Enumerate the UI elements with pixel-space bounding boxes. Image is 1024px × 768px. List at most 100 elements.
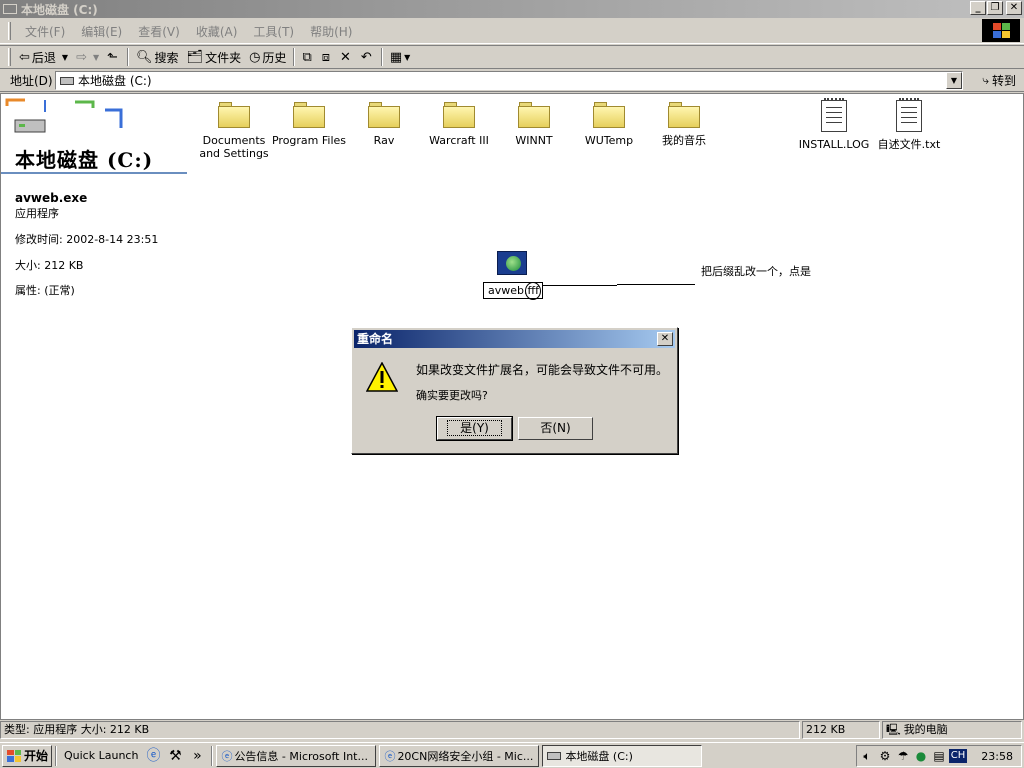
windows-flag-icon — [7, 749, 21, 762]
folder-icon — [668, 102, 700, 128]
undo-icon: ↶ — [360, 49, 372, 65]
network-icon[interactable]: ⚙ — [877, 748, 893, 764]
address-dropdown-button[interactable]: ▼ — [946, 72, 962, 89]
status-zone: 🖳 我的电脑 — [882, 721, 1022, 739]
move-to-icon: ⧉ — [302, 49, 312, 65]
restore-button[interactable]: ❐ — [987, 1, 1003, 15]
folder-icon — [218, 102, 250, 128]
menu-help[interactable]: 帮助(H) — [302, 23, 360, 40]
folders-button[interactable]: 🗂︎ 文件夹 — [183, 47, 246, 67]
drive-banner-icon — [5, 98, 123, 133]
input-language-indicator[interactable]: CH — [949, 749, 967, 763]
window-titlebar[interactable]: 本地磁盘 (C:) _ ❐ ✕ — [0, 0, 1024, 18]
start-button[interactable]: 开始 — [2, 744, 52, 767]
annotation-text: 把后缀乱改一个，点是 — [701, 265, 811, 278]
internet-explorer-icon: ⓔ — [221, 749, 233, 763]
selected-file-name: avweb.exe — [15, 191, 88, 205]
modified-value: 2002-8-14 23:51 — [66, 233, 159, 246]
umbrella-icon[interactable]: ☂ — [895, 748, 911, 764]
taskbar-button-explorer[interactable]: 本地磁盘 (C:) — [542, 744, 703, 767]
antivirus-icon[interactable]: ● — [913, 748, 929, 764]
folder-item[interactable]: WUTemp — [569, 102, 649, 147]
rename-dialog: 重命名 ✕ 如果改变文件扩展名，可能会导致文件不可用。 确实要更改吗? 是(Y)… — [351, 327, 678, 454]
dropdown-arrow-icon: ▼ — [61, 52, 69, 62]
folder-item[interactable]: Program Files — [269, 102, 349, 147]
copy-to-button[interactable]: ⧈ — [318, 47, 336, 67]
history-button[interactable]: ◷ 历史 — [245, 47, 290, 67]
computer-icon: 🖳 — [886, 723, 901, 736]
volume-icon[interactable]: 🔈︎ — [859, 748, 875, 764]
dialog-message: 如果改变文件扩展名，可能会导致文件不可用。 — [416, 363, 669, 377]
folders-icon: 🗂︎ — [186, 49, 204, 65]
address-input[interactable]: 本地磁盘 (C:) ▼ — [55, 71, 963, 90]
menu-edit[interactable]: 编辑(E) — [73, 23, 130, 40]
folder-item[interactable]: 我的音乐 — [644, 102, 724, 147]
delete-button[interactable]: ✕ — [336, 47, 357, 67]
menu-bar: 文件(F) 编辑(E) 查看(V) 收藏(A) 工具(T) 帮助(H) — [0, 19, 1024, 44]
forward-arrow-icon: ⇨ — [76, 49, 87, 65]
menu-file[interactable]: 文件(F) — [17, 23, 73, 40]
size-value: 212 KB — [44, 259, 84, 272]
up-button[interactable]: ⬑ — [103, 47, 124, 67]
standard-toolbar: ⇦ 后退 ▼ ⇨ ▼ ⬑ 🔍︎ 搜索 🗂︎ 文件夹 ◷ 历史 ⧉ ⧈ ✕ ↶ ▦… — [0, 45, 1024, 69]
dropdown-arrow-icon: ▼ — [404, 52, 411, 62]
folder-icon — [293, 102, 325, 128]
taskbar-button-ie[interactable]: ⓔ 公告信息 - Microsoft Int... — [216, 744, 377, 767]
folder-icon — [518, 102, 550, 128]
dialog-close-button[interactable]: ✕ — [657, 332, 673, 346]
back-arrow-icon: ⇦ — [19, 49, 30, 65]
app-shortcut-icon[interactable]: ⚒ — [167, 748, 183, 764]
taskbar: 开始 Quick Launch ⓔ ⚒ » ⓔ 公告信息 - Microsoft… — [0, 742, 1024, 768]
quick-launch-chevron[interactable]: » — [189, 748, 205, 764]
copy-to-icon: ⧈ — [321, 49, 331, 65]
application-icon[interactable] — [497, 251, 527, 275]
internet-explorer-icon[interactable]: ⓔ — [145, 748, 161, 764]
folder-item[interactable]: Documents and Settings — [194, 102, 274, 160]
search-button[interactable]: 🔍︎ 搜索 — [132, 47, 183, 67]
pane-title: 本地磁盘 (C:) — [15, 148, 154, 172]
menu-view[interactable]: 查看(V) — [130, 23, 188, 40]
file-item[interactable]: 自述文件.txt — [869, 98, 949, 151]
folder-icon — [593, 102, 625, 128]
drive-icon — [3, 4, 17, 14]
display-icon[interactable]: ▤ — [931, 748, 947, 764]
menu-favorites[interactable]: 收藏(A) — [188, 23, 246, 40]
status-bar: 类型: 应用程序 大小: 212 KB 212 KB 🖳 我的电脑 — [0, 721, 1024, 741]
drive-icon — [60, 76, 74, 85]
folder-item[interactable]: WINNT — [494, 102, 574, 147]
status-text: 类型: 应用程序 大小: 212 KB — [0, 721, 800, 739]
forward-button[interactable]: ⇨ ▼ — [72, 47, 103, 67]
window-title: 本地磁盘 (C:) — [21, 2, 98, 17]
back-button[interactable]: ⇦ 后退 ▼ — [15, 47, 72, 67]
warning-icon — [366, 362, 398, 392]
dialog-title: 重命名 — [357, 332, 394, 346]
menu-tools[interactable]: 工具(T) — [245, 23, 302, 40]
taskbar-button-ie-2[interactable]: ⓔ 20CN网络安全小组 - Mic... — [379, 744, 540, 767]
internet-explorer-icon: ⓔ — [384, 749, 396, 763]
go-button[interactable]: ⤷ 转到 — [982, 71, 1016, 90]
attributes-value: (正常) — [44, 284, 75, 297]
dialog-titlebar[interactable]: 重命名 ✕ — [354, 330, 675, 348]
move-to-button[interactable]: ⧉ — [298, 47, 317, 67]
dialog-question: 确实要更改吗? — [416, 389, 488, 402]
dropdown-arrow-icon: ▼ — [92, 52, 100, 62]
minimize-button[interactable]: _ — [970, 1, 986, 15]
yes-button[interactable]: 是(Y) — [436, 416, 513, 441]
folder-up-icon: ⬑ — [107, 49, 119, 65]
folder-item[interactable]: Rav — [344, 102, 424, 147]
status-size: 212 KB — [802, 721, 880, 739]
views-button[interactable]: ▦ ▼ — [386, 47, 414, 67]
close-button[interactable]: ✕ — [1006, 1, 1022, 15]
folder-icon — [443, 102, 475, 128]
history-icon: ◷ — [249, 49, 261, 65]
clock: 23:58 — [981, 749, 1013, 763]
cursor-highlight-circle — [525, 282, 541, 300]
system-tray: 🔈︎ ⚙ ☂ ● ▤ CH 23:58 — [856, 745, 1022, 767]
go-arrow-icon: ⤷ — [982, 73, 989, 87]
file-item[interactable]: INSTALL.LOG — [794, 98, 874, 151]
no-button[interactable]: 否(N) — [518, 417, 593, 440]
undo-button[interactable]: ↶ — [357, 47, 378, 67]
folder-item[interactable]: Warcraft III — [419, 102, 499, 147]
text-file-icon — [821, 98, 847, 132]
address-label: 地址(D) — [10, 73, 53, 88]
